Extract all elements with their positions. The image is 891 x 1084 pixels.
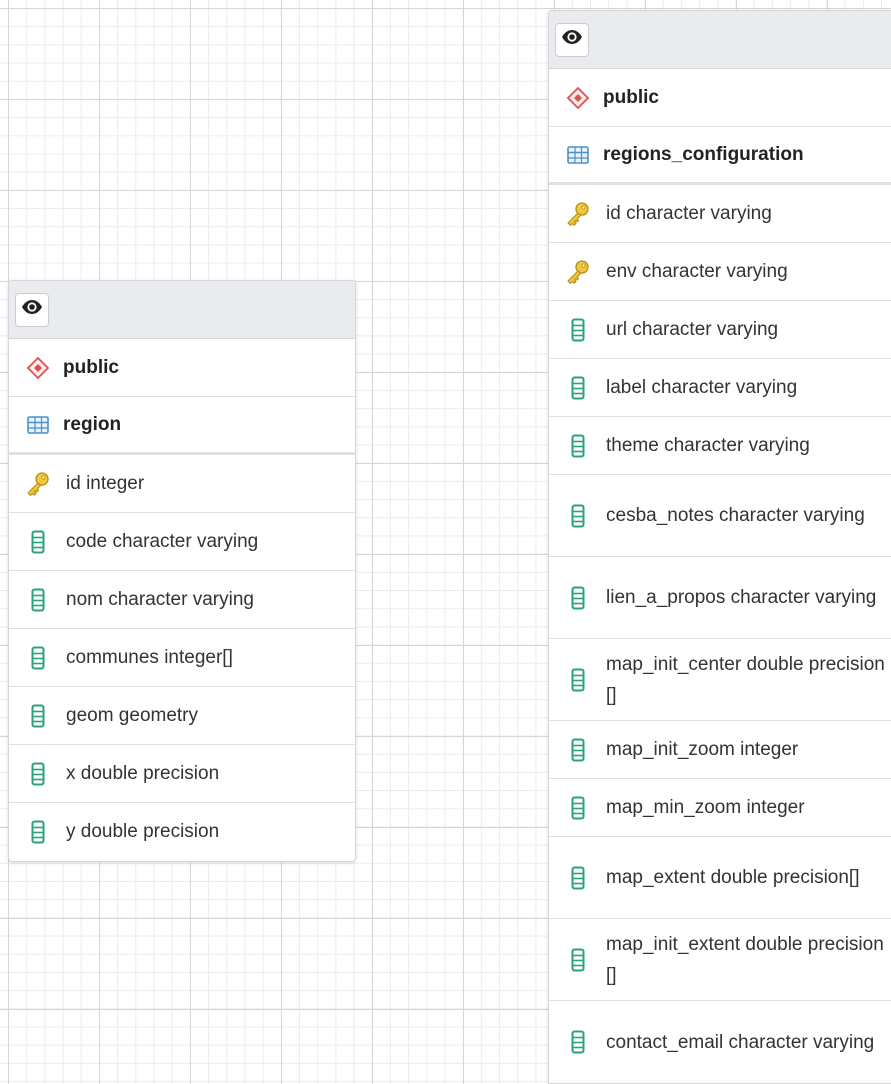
- key-icon: [565, 201, 591, 227]
- column-icon: [25, 820, 51, 844]
- column-row[interactable]: map_min_zoom integer: [549, 779, 891, 837]
- column-label: cesba_notes character varying: [606, 505, 865, 526]
- column-row[interactable]: cesba_notes character varying: [549, 475, 891, 557]
- column-icon: [25, 530, 51, 554]
- column-label: map_min_zoom integer: [606, 796, 805, 818]
- column-label: code character varying: [66, 530, 259, 552]
- table-name: regions_configuration: [603, 143, 804, 165]
- table-icon: [565, 145, 591, 164]
- table-node-regions-configuration[interactable]: public regions_configuration id characte…: [548, 10, 891, 1084]
- column-icon: [565, 668, 591, 692]
- column-label: nom character varying: [66, 588, 254, 610]
- column-row[interactable]: id integer: [9, 455, 355, 513]
- schema-row: public: [549, 69, 891, 127]
- column-row[interactable]: theme character varying: [549, 417, 891, 475]
- column-row[interactable]: map_init_center double precision[]: [549, 639, 891, 721]
- column-row[interactable]: contact_email character varying: [549, 1001, 891, 1083]
- column-row[interactable]: map_extent double precision[]: [549, 837, 891, 919]
- column-icon: [25, 588, 51, 612]
- column-row[interactable]: nom character varying: [9, 571, 355, 629]
- column-label: map_init_center double precision[]: [606, 653, 885, 706]
- column-list: id integer code character varying nom ch…: [9, 455, 355, 861]
- column-label: url character varying: [606, 318, 779, 340]
- column-label: communes integer[]: [66, 646, 233, 668]
- column-row[interactable]: lien_a_propos character varying: [549, 557, 891, 639]
- column-icon: [565, 1030, 591, 1054]
- column-icon: [565, 434, 591, 458]
- column-icon: [565, 586, 591, 610]
- column-icon: [25, 646, 51, 670]
- eye-icon: [561, 29, 583, 50]
- column-row[interactable]: url character varying: [549, 301, 891, 359]
- column-row[interactable]: map_init_extent double precision[]: [549, 919, 891, 1001]
- column-label: geom geometry: [66, 704, 199, 726]
- column-icon: [565, 504, 591, 528]
- column-row[interactable]: env character varying: [549, 243, 891, 301]
- key-icon: [565, 259, 591, 285]
- column-label: map_init_zoom integer: [606, 738, 799, 760]
- column-icon: [25, 762, 51, 786]
- table-node-header: [9, 281, 355, 339]
- column-icon: [565, 866, 591, 890]
- column-row[interactable]: x double precision: [9, 745, 355, 803]
- column-icon: [565, 796, 591, 820]
- key-icon: [25, 471, 51, 497]
- column-row[interactable]: geom geometry: [9, 687, 355, 745]
- column-label: lien_a_propos character varying: [606, 587, 877, 608]
- column-row[interactable]: label character varying: [549, 359, 891, 417]
- column-icon: [565, 738, 591, 762]
- column-label: map_init_extent double precision[]: [606, 933, 884, 986]
- column-icon: [565, 376, 591, 400]
- column-label: id integer: [66, 472, 145, 494]
- column-label: map_extent double precision[]: [606, 867, 860, 888]
- table-name-row: region: [9, 397, 355, 455]
- schema-icon: [565, 86, 591, 110]
- table-name: region: [63, 413, 122, 435]
- toggle-visibility-button[interactable]: [555, 22, 589, 57]
- schema-name: public: [63, 356, 119, 378]
- column-row[interactable]: communes integer[]: [9, 629, 355, 687]
- column-label: x double precision: [66, 762, 220, 784]
- column-list: id character varying env character varyi…: [549, 185, 891, 1083]
- column-label: contact_email character varying: [606, 1031, 875, 1053]
- schema-icon: [25, 356, 51, 380]
- column-icon: [565, 318, 591, 342]
- toggle-visibility-button[interactable]: [15, 292, 49, 327]
- column-row[interactable]: id character varying: [549, 185, 891, 243]
- column-row[interactable]: code character varying: [9, 513, 355, 571]
- column-label: theme character varying: [606, 434, 810, 456]
- table-node-region[interactable]: public region id integer code character …: [8, 280, 356, 862]
- column-icon: [25, 704, 51, 728]
- column-row[interactable]: map_init_zoom integer: [549, 721, 891, 779]
- table-icon: [25, 415, 51, 434]
- column-label: id character varying: [606, 202, 772, 224]
- column-row[interactable]: y double precision: [9, 803, 355, 861]
- table-node-header: [549, 11, 891, 69]
- column-label: label character varying: [606, 376, 798, 398]
- table-name-row: regions_configuration: [549, 127, 891, 185]
- column-label: y double precision: [66, 821, 220, 842]
- eye-icon: [21, 299, 43, 320]
- column-icon: [565, 948, 591, 972]
- column-label: env character varying: [606, 260, 788, 282]
- schema-name: public: [603, 86, 659, 108]
- schema-row: public: [9, 339, 355, 397]
